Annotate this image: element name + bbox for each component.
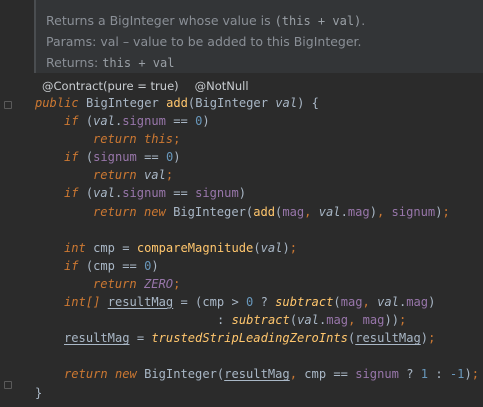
keyword: if xyxy=(64,150,79,165)
code-line: public BigInteger add(BigInteger val) { xyxy=(35,96,319,110)
field: signum xyxy=(355,367,399,382)
code-line: int[] resultMag = (cmp > 0 ? subtract(ma… xyxy=(64,295,436,310)
local-variable: resultMag xyxy=(64,331,130,346)
number-literal: 0 xyxy=(246,295,254,310)
type-name: BigInteger xyxy=(173,204,246,219)
parameter: val xyxy=(93,186,115,201)
method-call: compareMagnitude xyxy=(136,240,254,255)
code-line: } xyxy=(35,385,43,400)
local-variable: cmp xyxy=(202,295,225,310)
keyword: return xyxy=(93,276,137,291)
local-variable: cmp xyxy=(304,367,327,382)
field: mag xyxy=(362,313,385,328)
code-line: return new BigInteger(add(mag, val.mag),… xyxy=(93,204,450,219)
keyword: this xyxy=(143,132,174,147)
parameter: val xyxy=(260,240,283,255)
doc-params-text: val – value to be added to this BigInteg… xyxy=(100,34,362,49)
field: signum xyxy=(391,204,436,219)
code-line: resultMag = trustedStripLeadingZeroInts(… xyxy=(64,331,436,346)
parameter: val xyxy=(143,168,166,183)
annotation-hints: @Contract(pure = true) @NotNull xyxy=(40,79,251,95)
doc-summary-code: (this + val) xyxy=(274,14,362,28)
local-variable: cmp xyxy=(93,258,115,273)
static-method-call: subtract xyxy=(275,295,334,310)
keyword: int[] xyxy=(64,295,101,310)
code-editor[interactable]: Returns a BigInteger whose value is (thi… xyxy=(0,0,483,407)
keyword: new xyxy=(143,204,166,219)
keyword: return xyxy=(93,204,137,219)
field: signum xyxy=(195,186,239,201)
method-call: add xyxy=(253,204,276,219)
code-line: return new BigInteger(resultMag, cmp == … xyxy=(64,367,480,382)
code-line: : subtract(val.mag, mag)); xyxy=(217,313,407,328)
editor-gutter xyxy=(0,0,14,407)
doc-returns-code: this + val xyxy=(102,56,175,70)
code-line: if (val.signum == signum) xyxy=(64,186,247,201)
keyword: return xyxy=(93,132,137,147)
doc-returns-label: Returns: xyxy=(46,55,99,70)
field: signum xyxy=(93,150,137,165)
keyword: return xyxy=(64,367,108,382)
field: mag xyxy=(406,295,429,310)
code-line: int cmp = compareMagnitude(val); xyxy=(64,240,297,255)
local-variable: resultMag xyxy=(107,295,174,310)
keyword: int xyxy=(64,240,86,255)
doc-params: Params: val – value to be added to this … xyxy=(46,31,483,52)
local-variable: resultMag xyxy=(355,331,421,346)
doc-summary: Returns a BigInteger whose value is (thi… xyxy=(46,10,483,31)
doc-summary-text: Returns a BigInteger whose value is xyxy=(46,13,275,28)
keyword: new xyxy=(114,367,137,382)
contract-hint[interactable]: @Contract(pure = true) xyxy=(40,79,181,93)
parameter: val xyxy=(297,313,319,328)
parameter: val xyxy=(275,96,298,110)
keyword: if xyxy=(64,186,79,201)
field: mag xyxy=(326,313,349,328)
fold-marker-icon[interactable] xyxy=(4,101,12,109)
method-name: add xyxy=(166,96,188,110)
fold-end-marker-icon[interactable] xyxy=(4,381,12,389)
static-method-call: trustedStripLeadingZeroInts xyxy=(151,331,348,346)
notnull-hint[interactable]: @NotNull xyxy=(193,79,251,93)
type-name: BigInteger xyxy=(144,367,217,382)
parameter: val xyxy=(377,295,399,310)
code-line: if (val.signum == 0) xyxy=(64,114,210,129)
static-method-call: subtract xyxy=(231,313,290,328)
doc-returns: Returns: this + val xyxy=(46,52,483,73)
keyword: if xyxy=(64,114,79,129)
type-name: BigInteger xyxy=(195,96,268,110)
code-line: return ZERO; xyxy=(93,276,181,291)
local-variable: resultMag xyxy=(224,367,290,382)
type-name: BigInteger xyxy=(85,96,159,110)
parameter: val xyxy=(318,204,341,219)
code-line: return val; xyxy=(93,168,174,183)
local-variable: cmp xyxy=(93,240,115,255)
code-line: return this; xyxy=(93,132,181,147)
keyword: if xyxy=(64,258,79,273)
doc-summary-period: . xyxy=(361,13,366,28)
keyword: public xyxy=(35,96,79,110)
doc-params-label: Params: xyxy=(46,34,97,49)
field: signum xyxy=(122,186,166,201)
field: mag xyxy=(347,204,370,219)
field: mag xyxy=(340,295,363,310)
keyword: return xyxy=(93,168,137,183)
field: mag xyxy=(282,204,305,219)
number-literal: 1 xyxy=(420,367,429,382)
constant: ZERO xyxy=(143,276,174,291)
source-code[interactable]: public BigInteger add(BigInteger val) { … xyxy=(35,94,479,402)
parameter: val xyxy=(93,114,115,129)
field: signum xyxy=(122,114,166,129)
code-line: if (signum == 0) xyxy=(64,150,181,165)
rendered-doc-comment[interactable]: Returns a BigInteger whose value is (thi… xyxy=(34,0,483,73)
code-line: if (cmp == 0) xyxy=(64,258,159,273)
number-literal: -1 xyxy=(449,367,465,382)
